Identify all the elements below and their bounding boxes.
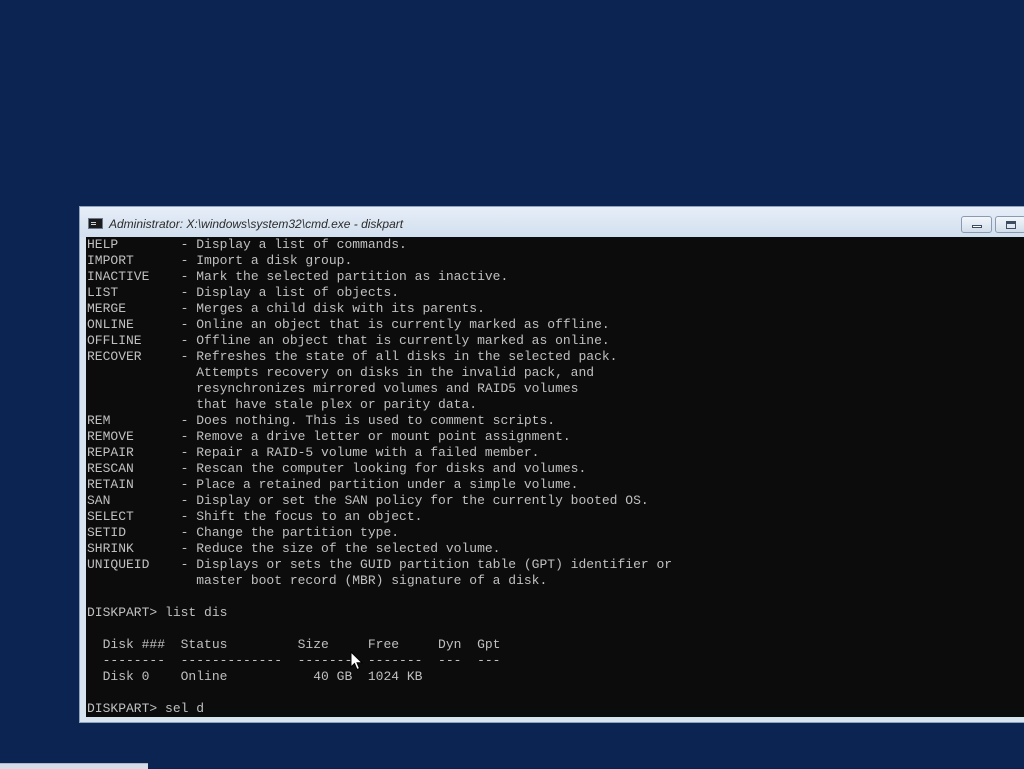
- console-line: SELECT - Shift the focus to an object.: [87, 509, 423, 524]
- console-lines: HELP - Display a list of commands. IMPORT…: [87, 237, 672, 717]
- console-line: SHRINK - Reduce the size of the selected…: [87, 541, 501, 556]
- maximize-button[interactable]: [995, 216, 1024, 233]
- console-line: RECOVER - Refreshes the state of all dis…: [87, 349, 618, 364]
- console-line: REPAIR - Repair a RAID-5 volume with a f…: [87, 445, 540, 460]
- console-line: OFFLINE - Offline an object that is curr…: [87, 333, 610, 348]
- console-line: IMPORT - Import a disk group.: [87, 253, 353, 268]
- console-line: HELP - Display a list of commands.: [87, 237, 407, 252]
- console-output[interactable]: HELP - Display a list of commands. IMPORT…: [86, 237, 1024, 717]
- console-line: MERGE - Merges a child disk with its par…: [87, 301, 485, 316]
- console-line: SETID - Change the partition type.: [87, 525, 400, 540]
- console-line: DISKPART> sel d: [87, 701, 205, 716]
- taskbar-edge: [0, 763, 148, 769]
- console-line: that have stale plex or parity data.: [87, 397, 478, 412]
- command-prompt-icon[interactable]: [88, 218, 103, 229]
- console-line: Disk ### Status Size Free Dyn Gpt: [87, 637, 501, 652]
- console-line: RESCAN - Rescan the computer looking for…: [87, 461, 587, 476]
- cmd-window[interactable]: Administrator: X:\windows\system32\cmd.e…: [79, 206, 1024, 723]
- console-line: -------- ------------- ------- ------- -…: [87, 653, 501, 668]
- title-bar[interactable]: Administrator: X:\windows\system32\cmd.e…: [80, 207, 1024, 237]
- console-line: INACTIVE - Mark the selected partition a…: [87, 269, 509, 284]
- console-line: Disk 0 Online 40 GB 1024 KB: [87, 669, 423, 684]
- mouse-pointer-icon: [350, 651, 364, 671]
- console-line: LIST - Display a list of objects.: [87, 285, 400, 300]
- window-title: Administrator: X:\windows\system32\cmd.e…: [109, 217, 404, 231]
- maximize-icon: [1006, 221, 1016, 229]
- minimize-button[interactable]: [961, 216, 992, 233]
- console-line: UNIQUEID - Displays or sets the GUID par…: [87, 557, 673, 572]
- console-line: master boot record (MBR) signature of a …: [87, 573, 548, 588]
- console-line: resynchronizes mirrored volumes and RAID…: [87, 381, 579, 396]
- console-line: Attempts recovery on disks in the invali…: [87, 365, 595, 380]
- console-line: RETAIN - Place a retained partition unde…: [87, 477, 579, 492]
- console-line: REMOVE - Remove a drive letter or mount …: [87, 429, 571, 444]
- console-line: ONLINE - Online an object that is curren…: [87, 317, 610, 332]
- minimize-icon: [972, 225, 982, 228]
- console-line: DISKPART> list dis: [87, 605, 228, 620]
- console-line: REM - Does nothing. This is used to comm…: [87, 413, 556, 428]
- console-line: SAN - Display or set the SAN policy for …: [87, 493, 649, 508]
